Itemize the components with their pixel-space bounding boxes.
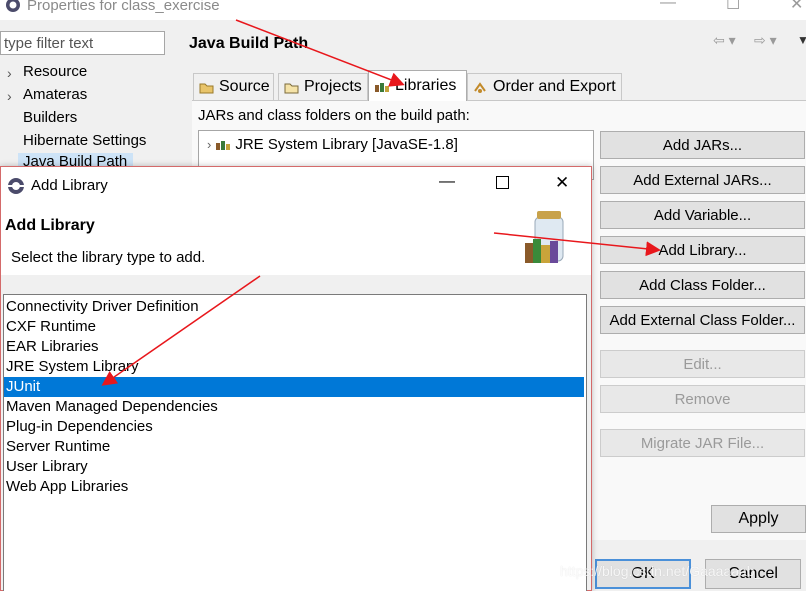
chevron-right-icon[interactable]: ›	[7, 65, 12, 81]
source-folder-icon	[199, 83, 214, 93]
library-label: JRE System Library [JavaSE-1.8]	[235, 136, 458, 153]
watermark: https://blog.csdn.net/Gaaaaaab_	[560, 563, 763, 579]
tab-label: Projects	[304, 78, 362, 95]
add-jars-button[interactable]: Add JARs...	[600, 131, 805, 159]
list-item-selected[interactable]: JUnit	[4, 377, 584, 397]
add-class-folder-button[interactable]: Add Class Folder...	[600, 271, 805, 299]
list-item[interactable]: Plug-in Dependencies	[4, 417, 584, 437]
add-variable-button[interactable]: Add Variable...	[600, 201, 805, 229]
tab-label: Libraries	[395, 77, 457, 94]
minimize-icon[interactable]: —	[660, 0, 676, 12]
library-jar-icon	[525, 211, 564, 263]
order-export-icon	[474, 81, 486, 93]
tree-item-jre-system-library[interactable]: › JRE System Library [JavaSE-1.8]	[207, 136, 458, 153]
chevron-right-icon[interactable]: ›	[207, 137, 211, 152]
close-icon[interactable]: ✕	[790, 0, 803, 14]
list-item[interactable]: EAR Libraries	[4, 337, 584, 357]
window-title: Properties for class_exercise	[27, 0, 220, 14]
page-title: Java Build Path	[189, 35, 309, 52]
tab-order-and-export[interactable]: Order and Export	[467, 73, 622, 100]
list-item[interactable]: JRE System Library	[4, 357, 584, 377]
list-item[interactable]: Maven Managed Dependencies	[4, 397, 584, 417]
tab-libraries[interactable]: Libraries	[368, 70, 467, 101]
tab-label: Order and Export	[493, 78, 616, 95]
list-item[interactable]: Server Runtime	[4, 437, 584, 457]
tree-item-label: Java Build Path	[23, 153, 128, 167]
library-icon	[216, 141, 231, 150]
apply-button[interactable]: Apply	[711, 505, 806, 533]
close-icon[interactable]: ✕	[555, 173, 569, 193]
eclipse-icon	[6, 0, 20, 12]
add-library-button[interactable]: Add Library...	[600, 236, 805, 264]
tree-item-java-build-path[interactable]: Java Build Path	[18, 153, 133, 167]
list-item[interactable]: Web App Libraries	[4, 477, 584, 497]
chevron-right-icon[interactable]: ›	[7, 88, 12, 104]
list-item[interactable]: Connectivity Driver Definition	[4, 297, 584, 317]
back-arrow-icon[interactable]: ⇦ ▾	[713, 32, 736, 49]
dialog-description: Select the library type to add.	[11, 249, 206, 266]
remove-button[interactable]: Remove	[600, 385, 805, 413]
filter-input[interactable]	[0, 31, 165, 55]
build-path-label: JARs and class folders on the build path…	[198, 107, 470, 124]
maximize-icon[interactable]: ☐	[726, 0, 740, 14]
maximize-icon[interactable]	[496, 176, 509, 189]
tab-source[interactable]: Source	[193, 73, 274, 100]
tree-item-amateras[interactable]: Amateras	[23, 86, 87, 103]
dialog-titlebar: Add Library — ✕	[1, 167, 591, 205]
libraries-icon	[375, 82, 389, 92]
add-library-dialog: Add Library — ✕ Add Library Select the l…	[0, 166, 592, 591]
migrate-jar-file-button[interactable]: Migrate JAR File...	[600, 429, 805, 457]
forward-arrow-icon[interactable]: ⇨ ▾	[754, 32, 777, 49]
add-external-class-folder-button[interactable]: Add External Class Folder...	[600, 306, 805, 334]
list-item[interactable]: CXF Runtime	[4, 317, 584, 337]
projects-icon	[284, 83, 299, 93]
tree-item-resource[interactable]: Resource	[23, 63, 87, 80]
list-item[interactable]: User Library	[4, 457, 584, 477]
properties-titlebar: Properties for class_exercise — ☐ ✕	[0, 0, 806, 20]
view-menu-icon[interactable]: ▼	[797, 33, 806, 47]
minimize-icon[interactable]: —	[439, 173, 455, 191]
tab-projects[interactable]: Projects	[278, 73, 368, 100]
tree-item-hibernate-settings[interactable]: Hibernate Settings	[23, 132, 146, 149]
dialog-title: Add Library	[31, 177, 108, 194]
dialog-heading: Add Library	[5, 217, 95, 234]
tree-item-builders[interactable]: Builders	[23, 109, 77, 126]
add-external-jars-button[interactable]: Add External JARs...	[600, 166, 805, 194]
eclipse-icon	[8, 178, 24, 194]
tab-label: Source	[219, 78, 270, 95]
edit-button[interactable]: Edit...	[600, 350, 805, 378]
